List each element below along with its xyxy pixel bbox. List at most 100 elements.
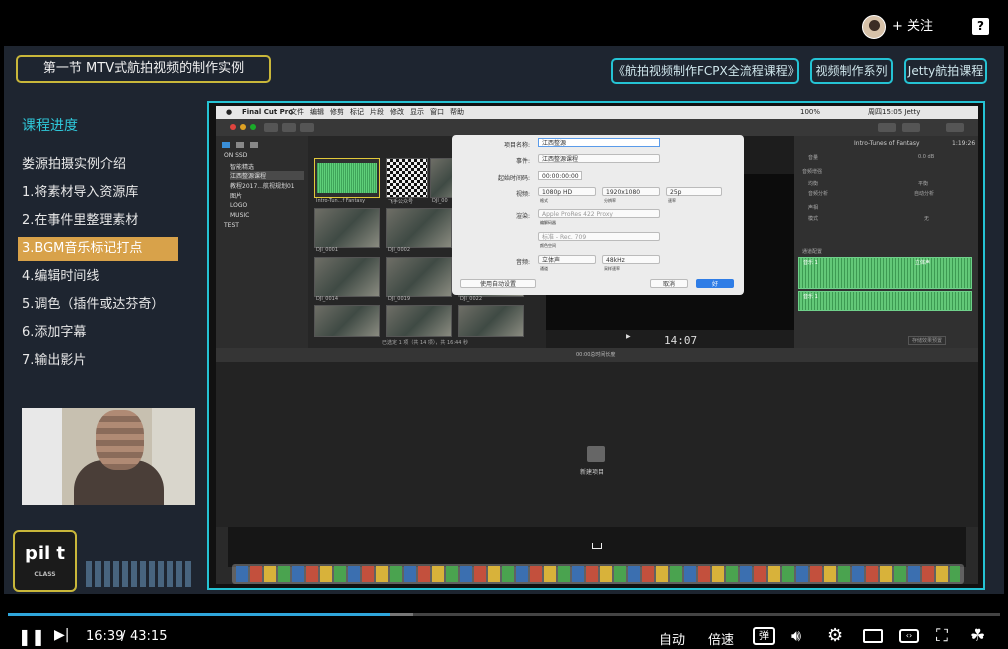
audio-channel-1[interactable]: 音乐 1 立体声 bbox=[798, 257, 972, 289]
menubar-item[interactable]: 显示 bbox=[410, 106, 424, 119]
series-tag: 视频制作系列 bbox=[810, 58, 893, 84]
clip-thumbnail[interactable] bbox=[314, 305, 380, 337]
pause-icon[interactable]: ❚❚ bbox=[18, 627, 45, 646]
close-icon[interactable] bbox=[230, 124, 236, 130]
inspector-row: 均衡 bbox=[808, 181, 819, 187]
caption-icon bbox=[592, 543, 602, 549]
start-timecode-input[interactable]: 00:00:00:00 bbox=[538, 171, 582, 180]
clip-thumbnail[interactable] bbox=[386, 158, 428, 198]
menubar-item[interactable]: 窗口 bbox=[430, 106, 444, 119]
library-item[interactable]: 教程2017...航视规划01 bbox=[230, 181, 295, 190]
settings-gear-icon[interactable]: ⚙ bbox=[827, 625, 843, 646]
video-label: 视频: bbox=[515, 191, 530, 198]
speed-button[interactable]: 倍速 bbox=[708, 629, 734, 648]
play-icon[interactable]: ▶ bbox=[626, 333, 631, 340]
rate-caption: 速率 bbox=[668, 198, 676, 203]
recommend-icon[interactable]: ☘ bbox=[970, 626, 985, 646]
library-item[interactable]: TEST bbox=[224, 222, 239, 229]
project-name-input[interactable]: 江西整源 bbox=[538, 138, 660, 147]
library-item[interactable]: 智能精选 bbox=[230, 162, 254, 171]
menubar-app[interactable]: Final Cut Pro bbox=[242, 106, 293, 119]
cancel-button[interactable]: 取消 bbox=[650, 279, 688, 288]
share-icon[interactable] bbox=[902, 123, 920, 132]
fcp-toolbar bbox=[216, 119, 978, 136]
keyword-icon[interactable] bbox=[282, 123, 296, 132]
resolution-select[interactable]: 1920x1080 bbox=[602, 187, 660, 196]
menubar-item[interactable]: 标记 bbox=[350, 106, 364, 119]
background-tasks-icon[interactable] bbox=[300, 123, 314, 132]
channel-label: 音乐 1 bbox=[803, 294, 818, 300]
lesson-title: 第一节 MTV式航拍视频的制作实例 bbox=[16, 55, 271, 83]
widescreen-icon[interactable]: ‹› bbox=[899, 629, 919, 643]
ok-button[interactable]: 好 bbox=[696, 279, 734, 288]
clip-label: Intro-Tun...f Fantasy bbox=[316, 198, 366, 204]
library-icon[interactable] bbox=[222, 142, 230, 148]
new-project-label[interactable]: 新建项目 bbox=[580, 467, 604, 476]
frame-rate-select[interactable]: 25p bbox=[666, 187, 722, 196]
library-item[interactable]: LOGO bbox=[230, 202, 247, 209]
name-label: 项目名称: bbox=[503, 142, 530, 149]
library-sidebar: ON SSD 智能精选 江西整源课程 教程2017...航视规划01 图片 LO… bbox=[216, 136, 308, 348]
fullscreen-icon[interactable]: ⛶ bbox=[936, 626, 948, 646]
auto-settings-button[interactable]: 使用自动设置 bbox=[460, 279, 536, 288]
clip-thumbnail[interactable] bbox=[386, 257, 452, 297]
clip-label: DJI_0022 bbox=[460, 296, 483, 302]
library-item-selected[interactable]: 江西整源课程 bbox=[230, 171, 304, 180]
channels-caption: 通道 bbox=[540, 266, 548, 271]
report-icon[interactable]: ? bbox=[972, 18, 989, 35]
start-label: 起始时间码: bbox=[497, 175, 530, 182]
picture-in-picture-icon[interactable] bbox=[863, 629, 883, 643]
menubar-item[interactable]: 片段 bbox=[370, 106, 384, 119]
menubar-item[interactable]: 文件 bbox=[290, 106, 304, 119]
library-item[interactable]: 图片 bbox=[230, 191, 242, 200]
event-label: 事件: bbox=[515, 158, 530, 165]
inspector-row: 音频增强 bbox=[802, 169, 823, 175]
clip-thumbnail[interactable] bbox=[314, 158, 380, 198]
minimize-icon[interactable] bbox=[240, 124, 246, 130]
workspace-icon[interactable] bbox=[946, 123, 964, 132]
volume-icon[interactable]: 🔊︎ bbox=[791, 626, 801, 646]
course-progress-title: 课程进度 bbox=[22, 118, 78, 134]
clapper-icon[interactable] bbox=[587, 446, 605, 462]
inspector-row: 音量 bbox=[808, 155, 819, 161]
titles-icon[interactable] bbox=[250, 142, 258, 148]
library-item[interactable]: MUSIC bbox=[230, 212, 249, 219]
menubar-item[interactable]: 修剪 bbox=[330, 106, 344, 119]
sample-rate-caption: 采样速率 bbox=[604, 266, 620, 271]
photos-icon[interactable] bbox=[236, 142, 244, 148]
zoom-icon[interactable] bbox=[250, 124, 256, 130]
color-space-select[interactable]: 标准 - Rec. 709 bbox=[538, 232, 660, 241]
audio-channel-2[interactable]: 音乐 1 bbox=[798, 291, 972, 311]
menubar-clock: 周四15:05 Jetty bbox=[868, 108, 921, 116]
event-select[interactable]: 江西整源课程 bbox=[538, 154, 660, 163]
codec-select[interactable]: Apple ProRes 422 Proxy bbox=[538, 209, 660, 218]
video-format-select[interactable]: 1080p HD bbox=[538, 187, 596, 196]
timeline-info: 00:00总时间长度 bbox=[576, 352, 616, 358]
clip-thumbnail[interactable] bbox=[386, 208, 452, 248]
clip-thumbnail[interactable] bbox=[314, 208, 380, 248]
menu-item: 1.将素材导入资源库 bbox=[22, 185, 139, 200]
sample-rate-select[interactable]: 48kHz bbox=[602, 255, 660, 264]
clip-thumbnail[interactable] bbox=[386, 305, 452, 337]
menubar-item[interactable]: 编辑 bbox=[310, 106, 324, 119]
import-icon[interactable] bbox=[264, 123, 278, 132]
library-item[interactable]: ON SSD bbox=[224, 152, 247, 159]
quality-button[interactable]: 自动 bbox=[659, 629, 685, 648]
menubar-item[interactable]: 修改 bbox=[390, 106, 404, 119]
next-icon[interactable]: ▶| bbox=[54, 627, 69, 643]
avatar[interactable] bbox=[862, 15, 886, 39]
follow-button[interactable]: + 关注 bbox=[892, 17, 933, 37]
menubar-item[interactable]: 帮助 bbox=[450, 106, 464, 119]
inspector-row: 通道配置 bbox=[802, 249, 823, 255]
dock-app-icons[interactable] bbox=[236, 566, 960, 582]
audio-channels-select[interactable]: 立体声 bbox=[538, 255, 596, 264]
inspector-row: 音频分析 bbox=[808, 191, 829, 197]
layout-icon[interactable] bbox=[878, 123, 896, 132]
clip-thumbnail[interactable] bbox=[314, 257, 380, 297]
logo-text: pil t bbox=[24, 543, 66, 564]
clip-thumbnail[interactable] bbox=[458, 305, 524, 337]
danmaku-toggle-icon[interactable]: 弹 bbox=[753, 627, 775, 645]
course-tag: 《航拍视频制作FCPX全流程课程》 bbox=[611, 58, 800, 84]
save-effects-button[interactable]: 存储效果预置 bbox=[908, 336, 947, 345]
codec-caption: 编解码器 bbox=[540, 220, 556, 225]
